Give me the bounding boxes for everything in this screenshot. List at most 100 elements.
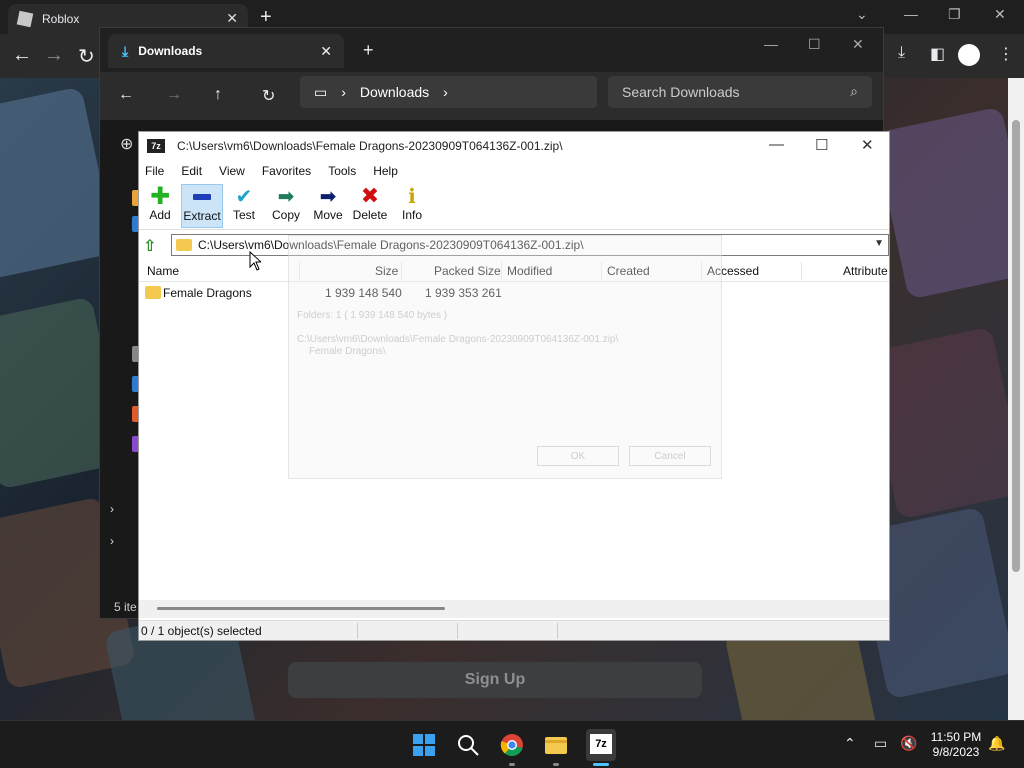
7zip-taskbar-icon[interactable]: 7z bbox=[590, 734, 612, 754]
chevron-right-icon[interactable]: › bbox=[110, 502, 114, 516]
explorer-new-tab-button[interactable]: + bbox=[363, 40, 374, 61]
browser-dropdown-icon[interactable]: ⌄ bbox=[856, 6, 868, 23]
checkmark-icon: ✔ bbox=[235, 185, 253, 208]
windows-start-icon[interactable] bbox=[412, 733, 436, 757]
explorer-minimize-button[interactable]: — bbox=[764, 36, 778, 52]
ghost-cancel-button: Cancel bbox=[629, 446, 711, 466]
info-button[interactable]: ℹ Info bbox=[391, 184, 433, 228]
7zip-horizontal-scrollbar[interactable] bbox=[139, 600, 889, 618]
mouse-cursor-icon bbox=[249, 251, 261, 271]
move-label: Move bbox=[313, 208, 343, 222]
side-panel-icon[interactable]: ◧ bbox=[930, 44, 945, 64]
breadcrumb-downloads[interactable]: Downloads bbox=[360, 84, 429, 100]
explorer-search-placeholder: Search Downloads bbox=[622, 84, 740, 100]
downloads-icon: ⤓ bbox=[122, 42, 129, 59]
search-icon[interactable] bbox=[456, 733, 480, 757]
copy-button[interactable]: ➡ Copy bbox=[265, 184, 307, 228]
clock-date: 9/8/2023 bbox=[932, 745, 980, 759]
7zip-scrollbar-thumb[interactable] bbox=[157, 607, 445, 610]
column-attributes[interactable]: Attribute bbox=[843, 264, 888, 278]
delete-x-icon: ✖ bbox=[360, 183, 380, 208]
browser-forward-icon[interactable]: → bbox=[44, 44, 64, 67]
copy-label: Copy bbox=[271, 208, 300, 222]
menu-tools[interactable]: Tools bbox=[328, 164, 356, 178]
menu-help[interactable]: Help bbox=[373, 164, 398, 178]
menu-edit[interactable]: Edit bbox=[181, 164, 202, 178]
ghost-folder-text: Female Dragons\ bbox=[309, 346, 386, 357]
clock-time: 11:50 PM bbox=[930, 730, 982, 744]
7zip-toolbar: ✚ Add Extract ✔ Test ➡ Copy ➡ Move ✖ Del… bbox=[139, 182, 889, 230]
volume-muted-icon[interactable]: 🔇 bbox=[900, 735, 917, 752]
explorer-refresh-icon[interactable]: ↻ bbox=[262, 86, 275, 106]
explorer-maximize-button[interactable]: ☐ bbox=[808, 36, 821, 53]
page-scrollbar-thumb[interactable] bbox=[1012, 120, 1020, 572]
chevron-right-icon: › bbox=[443, 84, 448, 100]
7zip-logo-icon: 7z bbox=[147, 139, 165, 153]
profile-avatar-icon[interactable] bbox=[958, 44, 980, 66]
browser-close-button[interactable]: ✕ bbox=[994, 6, 1006, 23]
test-label: Test bbox=[232, 208, 255, 222]
taskbar: 7z ⌃ ▭ 🔇 11:50 PM 9/8/2023 🔔 bbox=[0, 720, 1024, 768]
menu-file[interactable]: File bbox=[145, 164, 164, 178]
network-icon[interactable]: ▭ bbox=[874, 735, 887, 752]
7zip-menubar: File Edit View Favorites Tools Help bbox=[139, 160, 889, 182]
chevron-down-icon[interactable]: ▼ bbox=[874, 238, 884, 249]
browser-new-tab-button[interactable]: + bbox=[260, 6, 272, 29]
status-separator bbox=[457, 623, 458, 639]
browser-restore-button[interactable]: ❐ bbox=[948, 6, 961, 23]
roblox-logo-icon bbox=[16, 10, 34, 28]
browser-reload-icon[interactable]: ↻ bbox=[78, 44, 95, 69]
status-separator bbox=[557, 623, 558, 639]
download-icon[interactable]: ⤓ bbox=[898, 44, 905, 62]
browser-minimize-button[interactable]: — bbox=[904, 6, 918, 22]
browser-menu-icon[interactable]: ⋮ bbox=[998, 44, 1014, 64]
explorer-search-input[interactable]: Search Downloads ⌕ bbox=[608, 76, 872, 108]
browser-tab-close-button[interactable]: ✕ bbox=[226, 10, 238, 27]
folder-up-icon[interactable]: ⇧ bbox=[143, 236, 161, 255]
new-item-icon[interactable]: ⊕ bbox=[120, 134, 133, 154]
explorer-close-button[interactable]: ✕ bbox=[852, 36, 864, 53]
explorer-tab-close-button[interactable]: ✕ bbox=[320, 43, 332, 60]
explorer-tab-downloads[interactable]: ⤓ Downloads ✕ bbox=[108, 34, 344, 68]
taskbar-clock[interactable]: 11:50 PM 9/8/2023 bbox=[926, 730, 986, 760]
folder-icon bbox=[176, 239, 192, 251]
explorer-tab-title: Downloads bbox=[138, 44, 203, 58]
explorer-address-bar[interactable]: ▭ › Downloads › bbox=[300, 76, 597, 108]
7zip-minimize-button[interactable]: — bbox=[769, 136, 784, 153]
monitor-icon: ▭ bbox=[314, 83, 328, 100]
move-arrow-icon: ➡ bbox=[319, 185, 337, 208]
file-explorer-icon[interactable] bbox=[544, 733, 568, 757]
chrome-icon[interactable] bbox=[500, 733, 524, 757]
add-button[interactable]: ✚ Add bbox=[139, 183, 181, 228]
notification-bell-icon[interactable]: 🔔 bbox=[988, 735, 1005, 752]
extract-button[interactable]: Extract bbox=[181, 184, 223, 228]
column-separator bbox=[801, 262, 802, 280]
info-icon: ℹ bbox=[408, 185, 416, 208]
chevron-up-icon[interactable]: ⌃ bbox=[844, 735, 856, 752]
fading-dialog: Folders: 1 ( 1 939 148 540 bytes ) C:\Us… bbox=[288, 235, 722, 479]
game-tile bbox=[873, 106, 1024, 300]
7zip-maximize-button[interactable]: ☐ bbox=[815, 136, 828, 154]
browser-back-icon[interactable]: ← bbox=[12, 44, 32, 67]
menu-view[interactable]: View bbox=[219, 164, 245, 178]
7zip-close-button[interactable]: ✕ bbox=[861, 136, 874, 154]
7zip-titlebar[interactable]: 7z C:\Users\vm6\Downloads\Female Dragons… bbox=[139, 132, 889, 160]
ghost-path-text: C:\Users\vm6\Downloads\Female Dragons-20… bbox=[297, 334, 619, 345]
explorer-toolbar: ← → ↑ ↻ ▭ › Downloads › Search Downloads… bbox=[100, 72, 883, 120]
folder-icon bbox=[145, 286, 161, 299]
explorer-up-icon[interactable]: ↑ bbox=[214, 86, 222, 104]
search-icon: ⌕ bbox=[850, 83, 858, 99]
explorer-status-text: 5 ite bbox=[114, 600, 137, 614]
minus-icon bbox=[193, 185, 211, 209]
page-scrollbar[interactable] bbox=[1008, 78, 1024, 720]
explorer-forward-icon[interactable]: → bbox=[166, 86, 182, 104]
chevron-right-icon[interactable]: › bbox=[110, 534, 114, 548]
copy-arrow-icon: ➡ bbox=[277, 185, 295, 208]
column-name[interactable]: Name bbox=[147, 264, 179, 278]
delete-button[interactable]: ✖ Delete bbox=[349, 183, 391, 228]
test-button[interactable]: ✔ Test bbox=[223, 184, 265, 228]
menu-favorites[interactable]: Favorites bbox=[262, 164, 311, 178]
explorer-back-icon[interactable]: ← bbox=[118, 86, 134, 104]
sign-up-button[interactable]: Sign Up bbox=[288, 662, 702, 698]
move-button[interactable]: ➡ Move bbox=[307, 184, 349, 228]
